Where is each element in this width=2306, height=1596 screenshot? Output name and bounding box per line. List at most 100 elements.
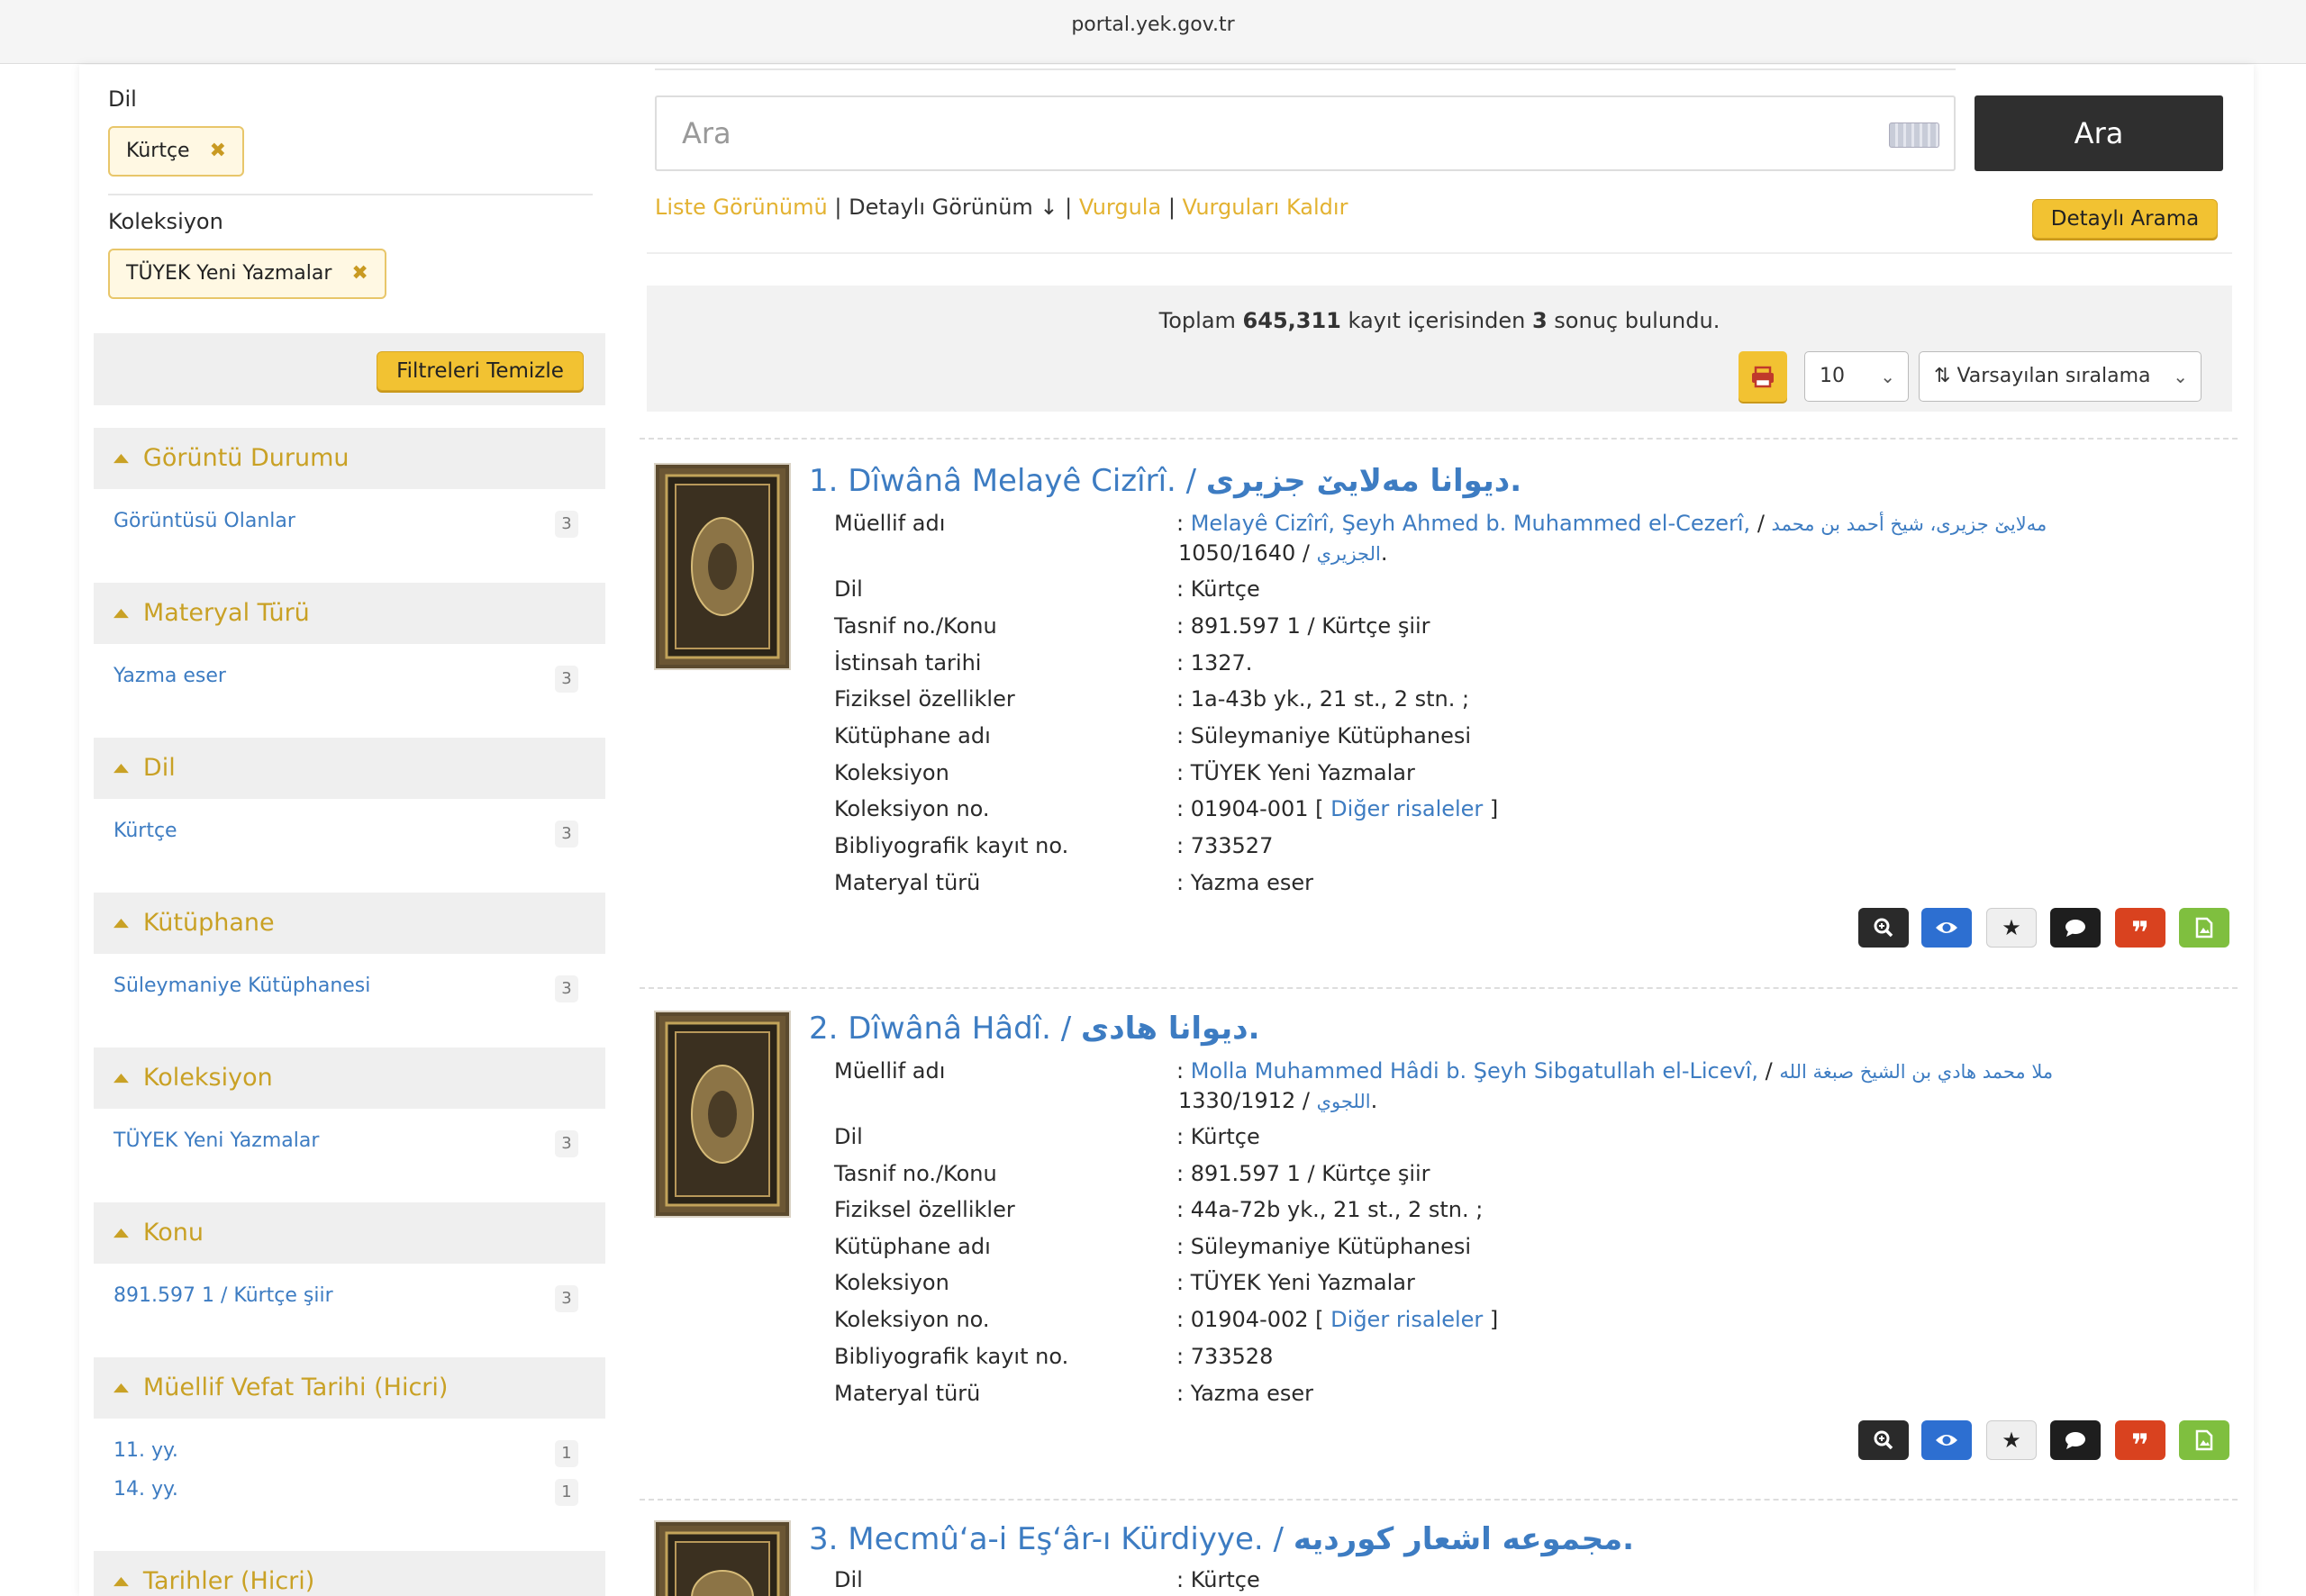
- facet-item[interactable]: TÜYEK Yeni Yazmalar: [113, 1129, 319, 1152]
- remove-icon[interactable]: ✖: [351, 250, 368, 297]
- field-key: Fiziksel özellikler: [834, 1197, 1015, 1222]
- author-link[interactable]: Molla Muhammed Hâdi b. Şeyh Sibgatullah …: [1191, 1058, 1758, 1084]
- facet-header-kutuphane[interactable]: ▲ Kütüphane: [94, 893, 605, 954]
- page-size-select[interactable]: 10 ⌄: [1804, 351, 1909, 402]
- favorite-button[interactable]: ★: [1986, 1420, 2037, 1460]
- field-value: : 01904-002 [ Diğer risaleler ]: [1176, 1307, 1499, 1332]
- browser-url-bar[interactable]: portal.yek.gov.tr: [0, 0, 2306, 64]
- quote-icon: ❞: [2131, 915, 2149, 951]
- field-key: Koleksiyon: [834, 760, 949, 785]
- result-thumbnail[interactable]: [654, 1011, 791, 1218]
- facet-item[interactable]: 891.597 1 / Kürtçe şiir: [113, 1284, 333, 1307]
- result-thumbnail[interactable]: [654, 1520, 791, 1596]
- advanced-search-button[interactable]: Detaylı Arama: [2032, 199, 2218, 239]
- zoom-button[interactable]: [1858, 908, 1909, 948]
- facet-header-konu[interactable]: ▲ Konu: [94, 1202, 605, 1264]
- url-text: portal.yek.gov.tr: [1071, 14, 1235, 36]
- tab-strip: [655, 65, 1956, 70]
- facet-item[interactable]: Görüntüsü Olanlar: [113, 510, 295, 532]
- other-treatises-link[interactable]: Diğer risaleler: [1330, 1307, 1483, 1332]
- result-title[interactable]: 3. Mecmû‘a-i Eş‘âr-ı Kürdiyye. / مجموعه …: [809, 1521, 1634, 1557]
- manuscript-cover-icon: [659, 1016, 785, 1212]
- sort-select[interactable]: ⇅ Varsayılan sıralama ⌄: [1919, 351, 2202, 402]
- view-button[interactable]: [1921, 908, 1972, 948]
- star-icon: ★: [2002, 915, 2021, 940]
- export-button[interactable]: [2179, 1420, 2229, 1460]
- search-placeholder: Ara: [682, 116, 731, 150]
- facet-item[interactable]: Süleymaniye Kütüphanesi: [113, 975, 370, 997]
- field-key: Koleksiyon: [834, 1270, 949, 1295]
- favorite-button[interactable]: ★: [1986, 908, 2037, 948]
- field-key: Fiziksel özellikler: [834, 686, 1015, 712]
- separator: |: [834, 195, 842, 220]
- facet-title: Materyal Türü: [142, 599, 310, 627]
- applied-filter-chip-kurtce[interactable]: Kürtçe ✖: [108, 126, 245, 177]
- chevron-up-icon: ▲: [113, 451, 129, 466]
- facet-title: Görüntü Durumu: [142, 444, 350, 472]
- comment-button[interactable]: [2050, 908, 2101, 948]
- facet-item[interactable]: 14. yy.: [113, 1478, 178, 1501]
- facet-header-dil[interactable]: ▲ Dil: [94, 738, 605, 799]
- clear-filters-button[interactable]: Filtreleri Temizle: [377, 351, 584, 391]
- other-treatises-link[interactable]: Diğer risaleler: [1330, 796, 1483, 821]
- view-button[interactable]: [1921, 1420, 1972, 1460]
- facet-item[interactable]: 11. yy.: [113, 1439, 178, 1462]
- facet-item[interactable]: Yazma eser: [113, 665, 226, 687]
- highlight-link[interactable]: Vurgula: [1079, 195, 1161, 220]
- keyboard-icon[interactable]: [1889, 122, 1939, 148]
- facet-header-koleksiyon[interactable]: ▲ Koleksiyon: [94, 1047, 605, 1109]
- facet-header-gorunti-durumu[interactable]: ▲ Görüntü Durumu: [94, 428, 605, 489]
- clear-highlight-link[interactable]: Vurguları Kaldır: [1183, 195, 1348, 220]
- remove-icon[interactable]: ✖: [210, 128, 226, 175]
- list-view-link[interactable]: Liste Görünümü: [655, 195, 828, 220]
- print-button[interactable]: [1739, 351, 1787, 402]
- field-key: Kütüphane adı: [834, 1234, 991, 1259]
- cite-button[interactable]: ❞: [2115, 908, 2165, 948]
- field-value: : Yazma eser: [1176, 1381, 1313, 1406]
- author-arabic-link[interactable]: مەلايێ جزيرى، شيخ أحمد بن محمد: [1772, 513, 2047, 535]
- sort-icon: ⇅: [1934, 365, 1957, 387]
- field-key: Koleksiyon no.: [834, 1307, 990, 1332]
- applied-filter-label-koleksiyon: Koleksiyon: [108, 209, 223, 234]
- chevron-up-icon: ▲: [113, 916, 129, 930]
- facet-header-materyal-turu[interactable]: ▲ Materyal Türü: [94, 583, 605, 644]
- result-title[interactable]: 2. Dîwânâ Hâdî. / ديوانا هادى.: [809, 1011, 1259, 1047]
- divider: [640, 438, 2238, 440]
- separator: |: [1065, 195, 1073, 220]
- file-image-icon: [2195, 1429, 2213, 1451]
- facet-title: Kütüphane: [142, 909, 275, 937]
- applied-filter-chip-koleksiyon[interactable]: TÜYEK Yeni Yazmalar ✖: [108, 249, 386, 299]
- export-button[interactable]: [2179, 908, 2229, 948]
- search-input[interactable]: Ara: [655, 95, 1956, 171]
- comment-button[interactable]: [2050, 1420, 2101, 1460]
- star-icon: ★: [2002, 1428, 2021, 1453]
- chevron-up-icon: ▲: [113, 1071, 129, 1085]
- author-link[interactable]: Melayê Cizîrî, Şeyh Ahmed b. Muhammed el…: [1191, 511, 1750, 536]
- field-key: Bibliyografik kayıt no.: [834, 833, 1069, 858]
- zoom-button[interactable]: [1858, 1420, 1909, 1460]
- author-value-cont: اللجوي / 1330/1912.: [1178, 1088, 1378, 1113]
- facet-title: Koleksiyon: [142, 1064, 273, 1092]
- field-value: : Süleymaniye Kütüphanesi: [1176, 1234, 1472, 1259]
- cite-button[interactable]: ❞: [2115, 1420, 2165, 1464]
- print-icon: [1752, 366, 1774, 388]
- page: Dil Kürtçe ✖ Koleksiyon TÜYEK Yeni Yazma…: [79, 65, 2254, 1596]
- detailed-view-link[interactable]: Detaylı Görünüm ↓: [849, 195, 1058, 220]
- result-thumbnail[interactable]: [654, 463, 791, 670]
- result-title[interactable]: 1. Dîwânâ Melayê Cizîrî. / ديوانا مەلايێ…: [809, 463, 1521, 499]
- search-button[interactable]: Ara: [1975, 95, 2223, 171]
- author-value: : Molla Muhammed Hâdi b. Şeyh Sibgatulla…: [1176, 1058, 2054, 1084]
- facet-count: 1: [555, 1440, 578, 1467]
- field-key: Koleksiyon no.: [834, 796, 990, 821]
- comment-icon: [2065, 1432, 2085, 1449]
- field-key: Müellif adı: [834, 511, 946, 536]
- facet-header-muellif-vefat[interactable]: ▲ Müellif Vefat Tarihi (Hicri): [94, 1357, 605, 1419]
- author-arabic-link[interactable]: ملا محمد هادي بن الشيخ صبغة الله: [1779, 1061, 2053, 1083]
- results-summary-bar: Toplam 645,311 kayıt içerisinden 3 sonuç…: [647, 286, 2232, 412]
- facet-item[interactable]: Kürtçe: [113, 820, 177, 842]
- facet-header-tarihler[interactable]: ▲ Tarihler (Hicri): [94, 1551, 605, 1596]
- field-key: Müellif adı: [834, 1058, 946, 1084]
- divider: [647, 252, 2232, 254]
- quote-icon: ❞: [2131, 1428, 2149, 1464]
- facet-count: 3: [555, 1130, 578, 1157]
